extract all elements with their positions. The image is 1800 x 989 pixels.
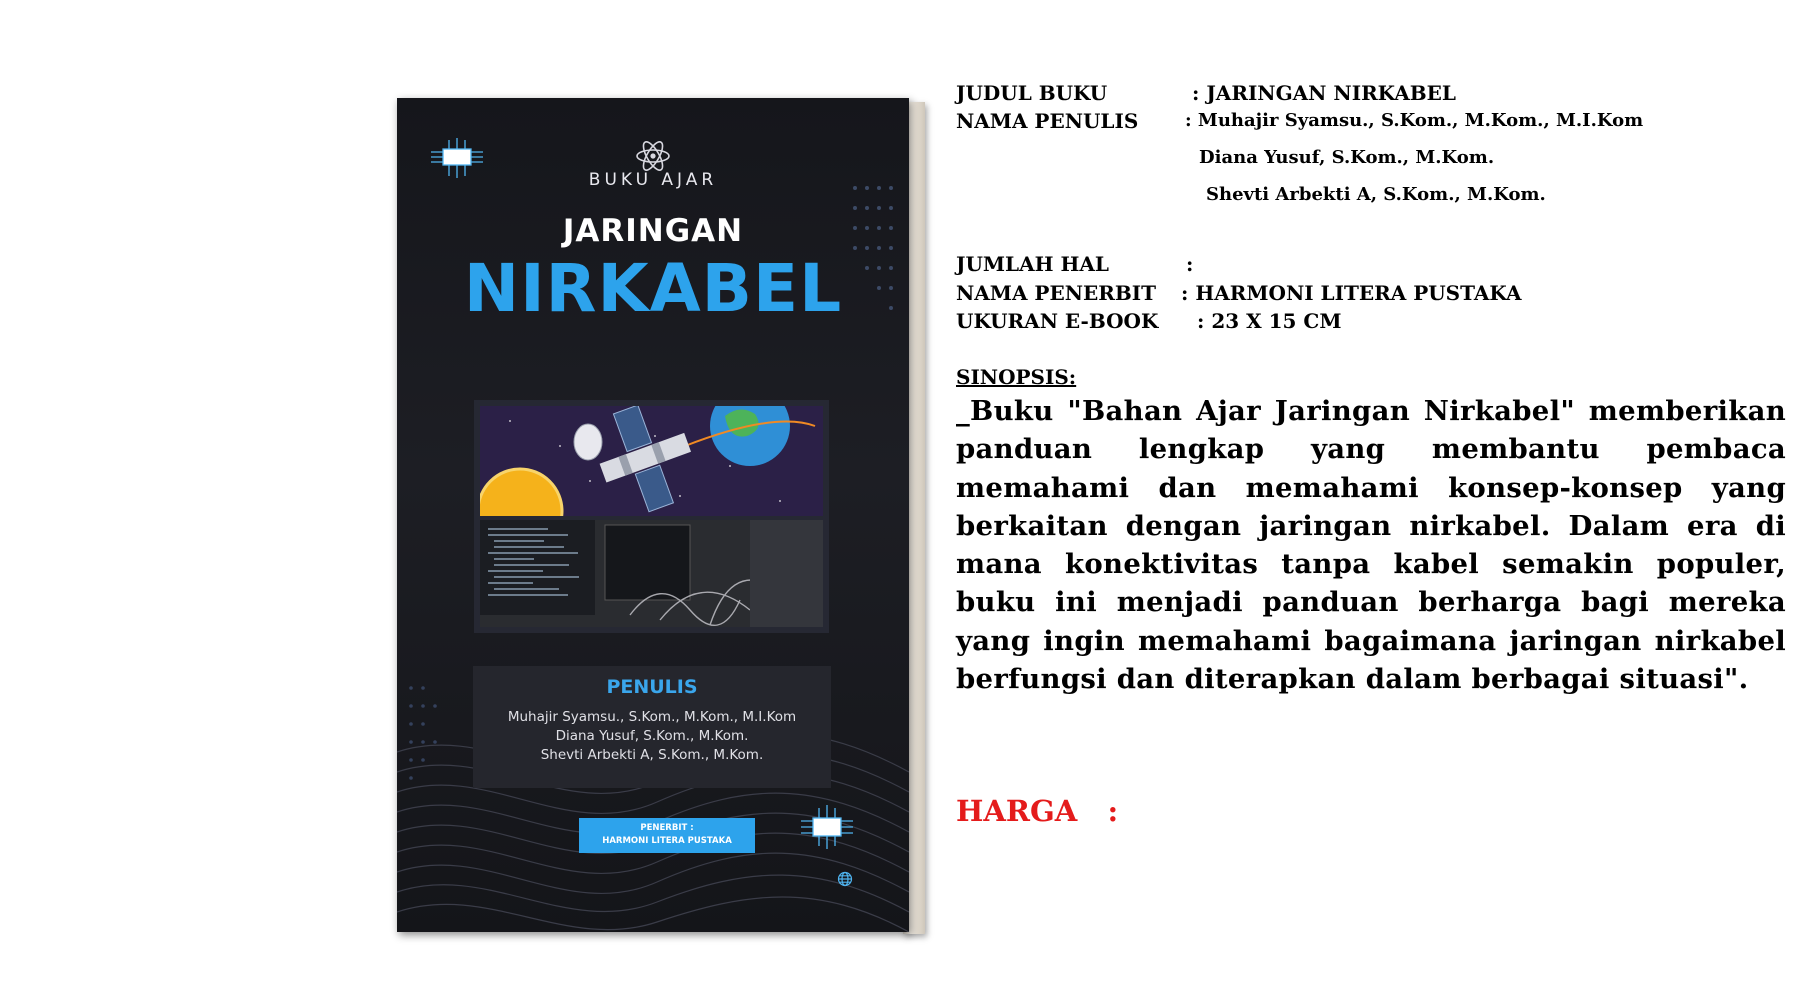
circuit-chip-icon [801,805,853,849]
cover-author-name: Muhajir Syamsu., S.Kom., M.Kom., M.I.Kom [507,709,797,725]
cover-authors-box: PENULIS Muhajir Syamsu., S.Kom., M.Kom.,… [473,666,831,788]
jumlah-label: JUMLAH HAL [956,252,1109,276]
judul-label: JUDUL BUKU [956,81,1108,105]
cover-illustration [474,400,829,633]
jumlah-value: : [1186,252,1194,276]
book-front-cover: BUKU AJAR JARINGAN NIRKABEL PENULIS Muha… [397,98,909,932]
cover-title-line1: JARINGAN [562,213,744,249]
cover-publisher-bar: PENERBIT : HARMONI LITERA PUSTAKA [579,818,755,853]
cover-title-line2: NIRKABEL [463,250,843,327]
penerbit-value: : HARMONI LITERA PUSTAKA [1181,281,1522,305]
penulis-value: Diana Yusuf, S.Kom., M.Kom. [1199,147,1495,168]
dot-pattern-decoration [409,686,437,780]
book-cover-image: BUKU AJAR JARINGAN NIRKABEL PENULIS Muha… [397,98,925,934]
cover-publisher-name: HARMONI LITERA PUSTAKA [602,836,732,846]
price-label: HARGA : [956,794,1119,828]
penulis-label: NAMA PENULIS [956,109,1139,133]
globe-icon [837,871,853,887]
ukuran-label: UKURAN E-BOOK [956,309,1159,333]
cover-authors-label: PENULIS [606,676,698,698]
cover-author-name: Diana Yusuf, S.Kom., M.Kom. [555,728,749,744]
synopsis-heading: SINOPSIS: [956,365,1077,389]
synopsis-text: _Buku "Bahan Ajar Jaringan Nirkabel" mem… [956,395,1786,696]
computer-desk-photo [480,520,823,627]
satellite-illustration [480,406,823,516]
cover-kicker: BUKU AJAR [588,170,718,190]
penulis-value: : Muhajir Syamsu., S.Kom., M.Kom., M.I.K… [1185,110,1644,131]
penulis-value: Shevti Arbekti A, S.Kom., M.Kom. [1206,184,1546,205]
judul-value: : JARINGAN NIRKABEL [1192,81,1456,105]
ukuran-value: : 23 X 15 CM [1197,309,1342,333]
penerbit-label: NAMA PENERBIT [956,281,1156,305]
cover-publisher-label: PENERBIT : [640,823,694,833]
cover-author-name: Shevti Arbekti A, S.Kom., M.Kom. [540,747,764,763]
